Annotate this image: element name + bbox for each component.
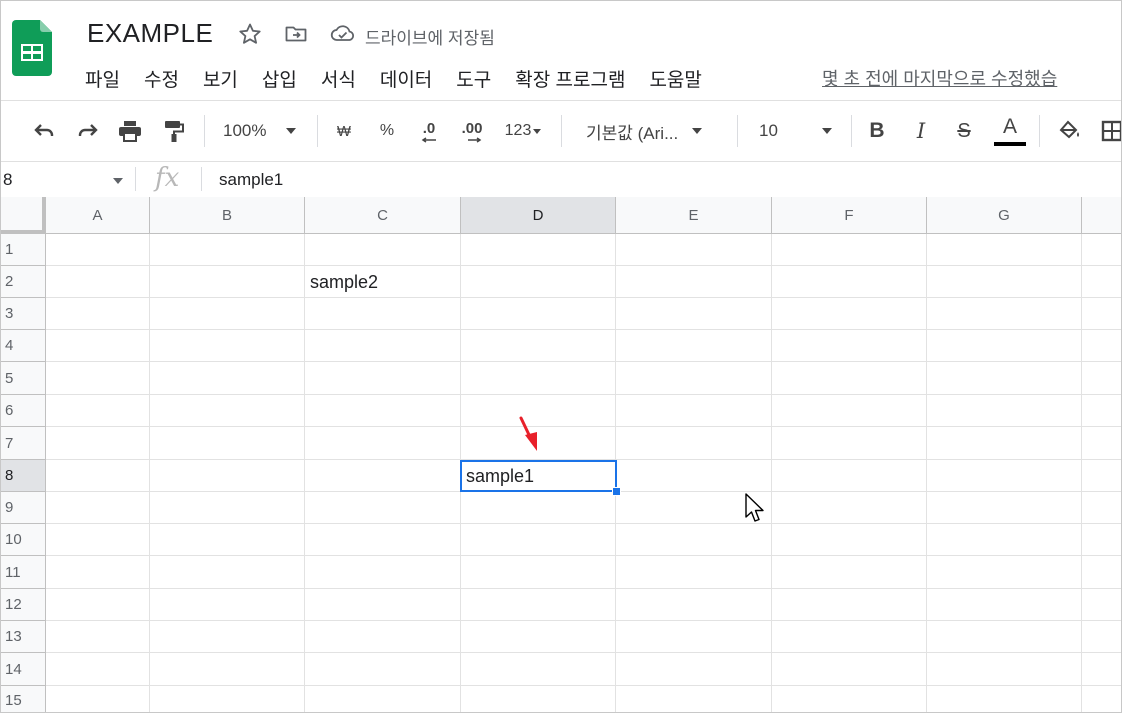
menu-bar: 파일 수정 보기 삽입 서식 데이터 도구 확장 프로그램 도움말 [85,65,726,92]
column-header-c[interactable]: C [305,197,461,234]
toolbar: 100% ₩ % .0 .00 123 기본값 (Ari... 10 B I S… [1,100,1121,162]
text-color-button[interactable]: A [993,112,1027,148]
more-formats-label: 123 [504,122,532,139]
font-size-select[interactable]: 10 [759,116,839,146]
document-title[interactable]: EXAMPLE [87,18,213,49]
sheets-window: EXAMPLE 드라이브에 저장됨 파일 수정 보기 삽입 서식 데이터 도구 … [0,0,1122,713]
print-icon[interactable] [115,116,145,146]
column-header-b[interactable]: B [150,197,305,234]
spreadsheet-grid: A B C D E F G 1 2 3 4 5 6 7 8 9 10 11 12… [1,197,1121,712]
formula-bar: 8 fx sample1 [1,161,1121,198]
move-folder-icon[interactable] [283,21,309,47]
last-edit-link[interactable]: 몇 초 전에 마지막으로 수정했습 [822,65,1057,91]
column-header-g[interactable]: G [927,197,1082,234]
menu-format[interactable]: 서식 [321,65,356,92]
increase-decimal-button[interactable]: .00 [456,116,488,146]
fill-color-icon[interactable] [1057,116,1083,146]
percent-format-button[interactable]: % [375,116,399,146]
name-box[interactable]: 8 [3,170,12,190]
column-header-h[interactable] [1082,197,1121,234]
fx-icon: fx [155,163,180,193]
zoom-select[interactable]: 100% [223,116,307,146]
row-header-13[interactable]: 13 [1,621,46,653]
currency-format-button[interactable]: ₩ [332,116,356,146]
cloud-saved-icon [330,21,356,47]
increase-decimal-label: .00 [461,119,483,137]
saved-status: 드라이브에 저장됨 [365,29,495,48]
fill-handle[interactable] [612,487,621,496]
column-header-d[interactable]: D [461,197,616,234]
borders-icon[interactable] [1101,116,1121,146]
sheets-logo-icon[interactable] [12,20,52,78]
star-icon[interactable] [237,21,263,47]
font-size-value: 10 [759,121,778,140]
row-header-15[interactable]: 15 [1,686,46,712]
row-header-5[interactable]: 5 [1,362,46,395]
italic-button[interactable]: I [909,116,933,146]
column-header-f[interactable]: F [772,197,927,234]
menu-tools[interactable]: 도구 [456,65,491,92]
cell-c2[interactable]: sample2 [305,266,460,298]
text-color-swatch [994,141,1026,146]
active-cell-outline [460,460,617,492]
row-header-12[interactable]: 12 [1,589,46,621]
row-header-10[interactable]: 10 [1,524,46,556]
row-header-9[interactable]: 9 [1,492,46,524]
text-color-label: A [1002,114,1017,138]
row-header-7[interactable]: 7 [1,427,46,460]
row-header-11[interactable]: 11 [1,556,46,589]
more-formats-select[interactable]: 123 [499,116,547,146]
font-family-select[interactable]: 기본값 (Ari... [586,116,726,146]
row-header-14[interactable]: 14 [1,653,46,686]
row-header-3[interactable]: 3 [1,298,46,330]
mouse-cursor-icon [745,493,764,522]
select-all-corner[interactable] [1,197,46,234]
zoom-value: 100% [223,121,267,140]
row-header-8[interactable]: 8 [1,460,46,492]
strikethrough-button[interactable]: S [952,116,976,146]
menu-help[interactable]: 도움말 [649,65,701,92]
paint-format-icon[interactable] [159,116,189,146]
undo-icon[interactable] [29,116,59,146]
row-header-4[interactable]: 4 [1,330,46,362]
decrease-decimal-button[interactable]: .0 [415,116,443,146]
row-header-2[interactable]: 2 [1,266,46,298]
font-family-value: 기본값 (Ari... [586,123,679,143]
menu-view[interactable]: 보기 [203,65,238,92]
name-box-dropdown-icon[interactable] [113,178,123,184]
bold-button[interactable]: B [865,116,889,146]
column-header-a[interactable]: A [46,197,150,234]
menu-insert[interactable]: 삽입 [262,65,297,92]
redo-icon[interactable] [73,116,103,146]
row-header-1[interactable]: 1 [1,234,46,266]
column-header-e[interactable]: E [616,197,772,234]
formula-input[interactable]: sample1 [219,170,283,190]
row-header-6[interactable]: 6 [1,395,46,427]
menu-data[interactable]: 데이터 [380,65,432,92]
menu-extensions[interactable]: 확장 프로그램 [515,65,625,92]
decrease-decimal-label: .0 [422,119,436,137]
menu-edit[interactable]: 수정 [144,65,179,92]
red-arrow-annotation [519,416,537,451]
menu-file[interactable]: 파일 [85,65,120,92]
